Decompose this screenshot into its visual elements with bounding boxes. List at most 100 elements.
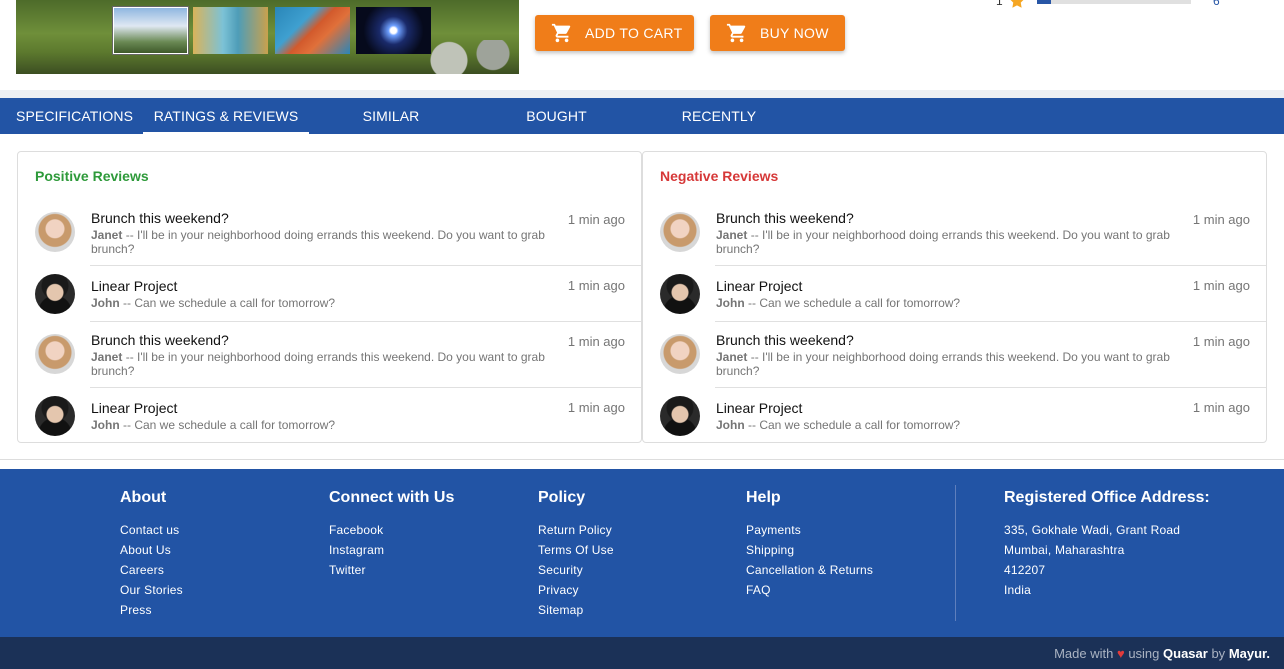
footer-heading-help: Help (746, 489, 781, 506)
review-title: Linear Project (91, 278, 178, 294)
by-text: by (1211, 646, 1226, 661)
address-line: India (1004, 583, 1032, 597)
review-title: Linear Project (91, 400, 178, 416)
avatar (660, 274, 700, 314)
product-tabs: SPECIFICATIONS RATINGS & REVIEWS SIMILAR… (0, 98, 1284, 160)
site-footer: About Contact us About Us Careers Our St… (0, 469, 1284, 637)
footer-office-address: Registered Office Address: 335, Gokhale … (1004, 489, 1210, 600)
avatar (35, 212, 75, 252)
review-author: Janet (91, 228, 123, 242)
rating-bar (1037, 0, 1191, 4)
buy-now-label: BUY NOW (760, 25, 829, 41)
footer-heading-policy: Policy (538, 489, 586, 506)
review-body: John -- Can we schedule a call for tomor… (716, 418, 1176, 432)
positive-reviews-heading: Positive Reviews (35, 168, 149, 184)
review-title: Brunch this weekend? (716, 332, 854, 348)
footer-connect: Connect with Us Facebook Instagram Twitt… (329, 489, 454, 580)
footer-link-privacy[interactable]: Privacy (538, 580, 614, 600)
review-body: Janet -- I'll be in your neighborhood do… (91, 228, 551, 256)
review-time: 1 min ago (1192, 400, 1250, 415)
made-with-text: Made with (1054, 646, 1114, 661)
cart-icon (726, 23, 746, 43)
review-time: 1 min ago (1192, 334, 1250, 349)
review-author: Janet (91, 350, 123, 364)
tab-similar-products[interactable]: SIMILAR PRODUCTS (325, 98, 457, 160)
review-text: -- Can we schedule a call for tomorrow? (119, 418, 336, 432)
footer-link-payments[interactable]: Payments (746, 520, 873, 540)
review-time: 1 min ago (567, 212, 625, 227)
product-section: ADD TO CART BUY NOW 1 6 (0, 0, 1284, 90)
footer-policy: Policy Return Policy Terms Of Use Securi… (538, 489, 614, 620)
using-text: using (1128, 646, 1160, 661)
footer-link-instagram[interactable]: Instagram (329, 540, 454, 560)
review-title: Brunch this weekend? (716, 210, 854, 226)
footer-link-shipping[interactable]: Shipping (746, 540, 873, 560)
footer-link-security[interactable]: Security (538, 560, 614, 580)
credits-text: Made with ♥ using Quasar by Mayur. (1054, 646, 1270, 661)
avatar (660, 334, 700, 374)
footer-link-twitter[interactable]: Twitter (329, 560, 454, 580)
footer-link-faq[interactable]: FAQ (746, 580, 873, 600)
footer-link-facebook[interactable]: Facebook (329, 520, 454, 540)
product-image (16, 0, 519, 74)
rocks-decoration (416, 40, 519, 74)
divider (90, 387, 641, 388)
author-name[interactable]: Mayur. (1229, 646, 1270, 661)
address-line: Mumbai, Maharashtra (1004, 543, 1125, 557)
review-author: Janet (716, 228, 748, 242)
framework-name[interactable]: Quasar (1163, 646, 1208, 661)
rating-count: 6 (1213, 0, 1220, 8)
divider (715, 265, 1266, 266)
rating-bar-fill (1037, 0, 1051, 4)
tab-specifications[interactable]: SPECIFICATIONS (16, 98, 133, 134)
footer-link-contact-us[interactable]: Contact us (120, 520, 183, 540)
footer-link-careers[interactable]: Careers (120, 560, 183, 580)
footer-link-sitemap[interactable]: Sitemap (538, 600, 614, 620)
avatar (35, 396, 75, 436)
add-to-cart-label: ADD TO CART (585, 25, 683, 41)
divider (715, 321, 1266, 322)
review-time: 1 min ago (1192, 212, 1250, 227)
review-time: 1 min ago (567, 278, 625, 293)
tab-ratings-reviews[interactable]: RATINGS & REVIEWS (143, 98, 309, 134)
cart-icon (551, 23, 571, 43)
thumbnail-mountains[interactable] (113, 7, 188, 54)
review-body: John -- Can we schedule a call for tomor… (91, 418, 551, 432)
review-title: Linear Project (716, 400, 803, 416)
thumbnail-canal[interactable] (193, 7, 268, 54)
review-text: -- I'll be in your neighborhood doing er… (91, 350, 545, 378)
footer-link-press[interactable]: Press (120, 600, 183, 620)
footer-link-terms[interactable]: Terms Of Use (538, 540, 614, 560)
avatar (660, 212, 700, 252)
review-author: John (91, 418, 120, 432)
footer-heading-about: About (120, 489, 167, 506)
footer-divider (955, 485, 956, 621)
thumbnail-galaxy[interactable] (356, 7, 431, 54)
footer-link-cancellation[interactable]: Cancellation & Returns (746, 560, 873, 580)
review-time: 1 min ago (567, 334, 625, 349)
thumbnail-bridge[interactable] (275, 7, 350, 54)
review-text: -- I'll be in your neighborhood doing er… (91, 228, 545, 256)
footer-link-return-policy[interactable]: Return Policy (538, 520, 614, 540)
tab-recently-viewed[interactable]: RECENTLY VIEWED (656, 98, 782, 160)
footer-link-our-stories[interactable]: Our Stories (120, 580, 183, 600)
footer-heading-connect: Connect with Us (329, 489, 455, 506)
footer-link-about-us[interactable]: About Us (120, 540, 183, 560)
review-text: -- I'll be in your neighborhood doing er… (716, 228, 1170, 256)
review-body: Janet -- I'll be in your neighborhood do… (716, 350, 1176, 378)
review-title: Linear Project (716, 278, 803, 294)
negative-reviews-heading: Negative Reviews (660, 168, 779, 184)
avatar (35, 334, 75, 374)
buy-now-button[interactable]: BUY NOW (710, 15, 845, 51)
review-text: -- I'll be in your neighborhood doing er… (716, 350, 1170, 378)
footer-help: Help Payments Shipping Cancellation & Re… (746, 489, 873, 600)
address-line: 335, Gokhale Wadi, Grant Road (1004, 523, 1181, 537)
tab-bought-together[interactable]: BOUGHT TOGETHER (489, 98, 624, 160)
review-body: John -- Can we schedule a call for tomor… (716, 296, 1176, 310)
divider (715, 387, 1266, 388)
footer-about: About Contact us About Us Careers Our St… (120, 489, 183, 620)
avatar (660, 396, 700, 436)
review-text: -- Can we schedule a call for tomorrow? (744, 296, 961, 310)
credits-bar: Made with ♥ using Quasar by Mayur. (0, 637, 1284, 669)
add-to-cart-button[interactable]: ADD TO CART (535, 15, 694, 51)
